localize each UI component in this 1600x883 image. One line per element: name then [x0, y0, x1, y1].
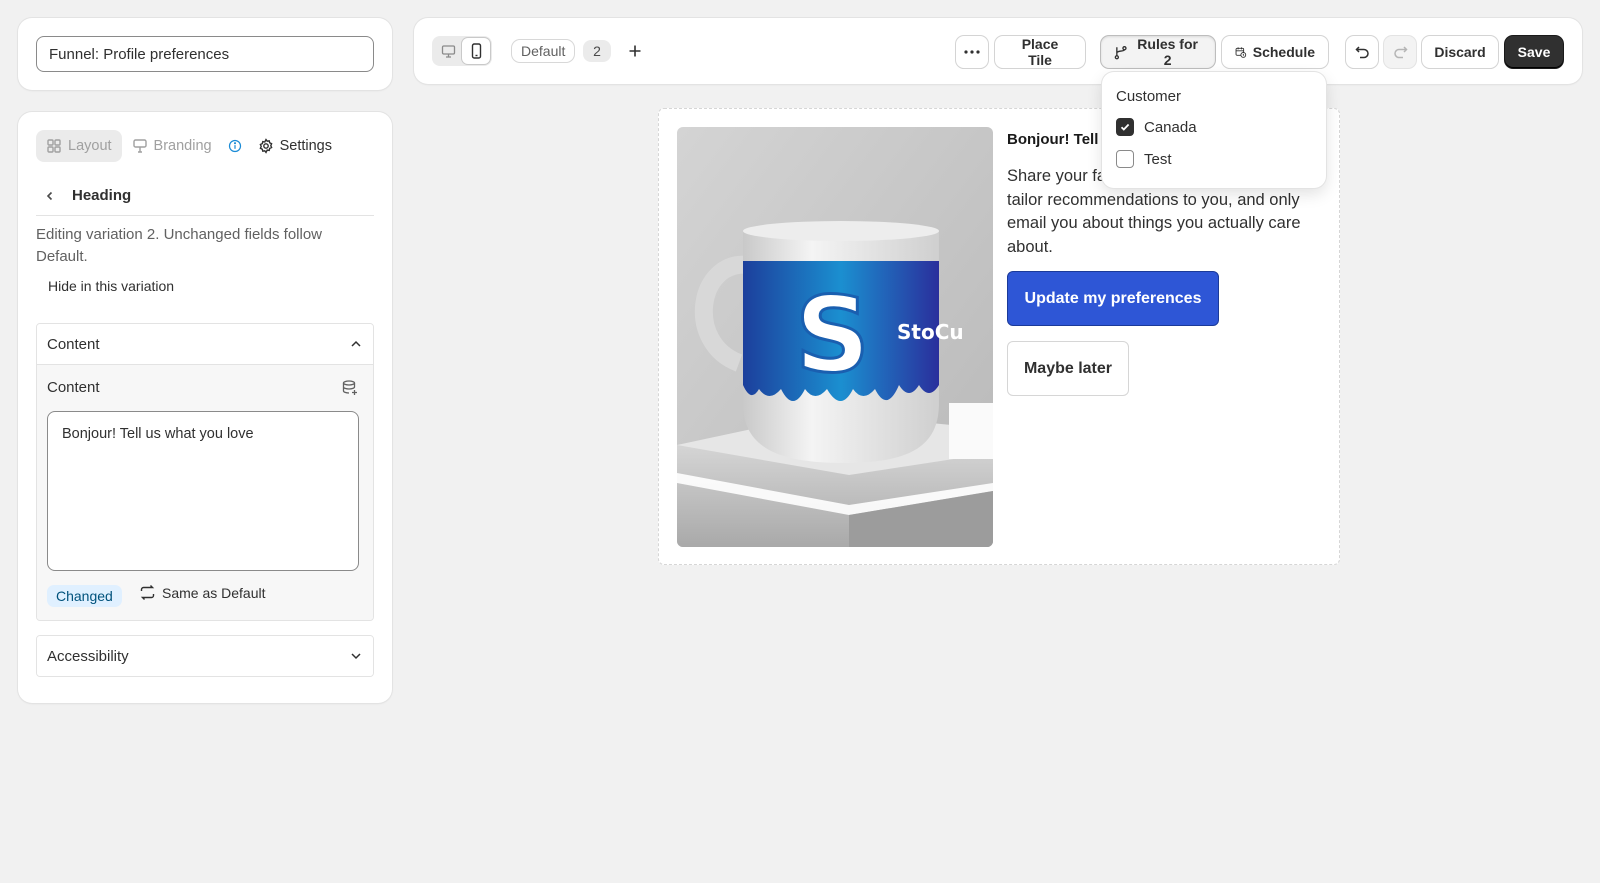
reset-icon — [140, 585, 155, 600]
content-accordion-body: Content Bonjour! Tell us what you love C… — [37, 364, 373, 620]
variant-default-pill[interactable]: Default — [512, 40, 575, 62]
place-tile-button[interactable]: Place Tile — [995, 36, 1085, 68]
rule-option-canada[interactable]: Canada — [1116, 118, 1197, 136]
tab-branding[interactable]: Branding — [122, 130, 222, 162]
variant-2-pill[interactable]: 2 — [583, 40, 611, 62]
paint-icon — [132, 139, 147, 153]
variation-note: Editing variation 2. Unchanged fields fo… — [36, 226, 323, 265]
more-dots-icon — [964, 50, 980, 54]
device-toggle — [432, 36, 492, 66]
editor-panel: Layout Branding Settings Heading Editing… — [18, 112, 392, 703]
desktop-view-button[interactable] — [434, 38, 462, 64]
content-textarea[interactable]: Bonjour! Tell us what you love — [47, 411, 359, 571]
section-header: Heading — [36, 176, 374, 216]
section-title: Heading — [72, 187, 132, 204]
rules-dropdown-title: Customer — [1116, 88, 1182, 105]
redo-button[interactable] — [1384, 36, 1416, 68]
accessibility-accordion-header[interactable]: Accessibility — [37, 636, 373, 676]
mug-logo-letter: S — [795, 274, 870, 396]
same-as-default-label: Same as Default — [162, 584, 266, 601]
content-accordion-header[interactable]: Content — [37, 324, 373, 364]
undo-button[interactable] — [1346, 36, 1378, 68]
rule-option-label: Test — [1144, 150, 1172, 168]
schedule-button[interactable]: Schedule — [1222, 36, 1328, 68]
funnel-title-card — [18, 18, 392, 90]
redo-icon — [1393, 45, 1408, 58]
accessibility-accordion: Accessibility — [36, 635, 374, 677]
tab-settings-label: Settings — [279, 138, 332, 154]
tab-settings[interactable]: Settings — [248, 130, 342, 162]
checkbox-checked-icon[interactable] — [1116, 118, 1134, 136]
dynamic-content-icon[interactable] — [341, 379, 359, 402]
calendar-clock-icon — [1235, 46, 1247, 58]
layout-grid-icon — [47, 139, 61, 153]
update-preferences-button[interactable]: Update my preferences — [1007, 271, 1219, 326]
rules-dropdown: Customer Canada Test — [1102, 72, 1326, 188]
top-toolbar: Default 2 Place Tile Rules for 2 Schedul… — [414, 18, 1582, 84]
accessibility-accordion-title: Accessibility — [47, 647, 129, 665]
save-button[interactable]: Save — [1505, 36, 1563, 68]
rules-button-label: Rules for 2 — [1137, 36, 1198, 68]
desktop-icon — [441, 44, 455, 58]
branch-icon — [1114, 45, 1127, 59]
rules-button[interactable]: Rules for 2 — [1101, 36, 1215, 68]
preview-heading: Bonjour! Tell u — [1007, 131, 1112, 148]
editor-tabs: Layout Branding Settings — [36, 130, 342, 162]
content-field-label: Content — [47, 379, 100, 396]
schedule-button-label: Schedule — [1252, 44, 1315, 60]
content-accordion-title: Content — [47, 335, 100, 353]
rule-option-label: Canada — [1144, 118, 1197, 136]
content-accordion: Content Content Bonjour! Tell us what yo… — [36, 323, 374, 621]
chevron-down-icon — [351, 653, 361, 660]
discard-button[interactable]: Discard — [1422, 36, 1498, 68]
hide-in-variation-button[interactable]: Hide in this variation — [48, 278, 174, 294]
more-actions-button[interactable] — [956, 36, 988, 68]
gear-icon — [259, 138, 273, 154]
mobile-icon — [471, 43, 481, 59]
funnel-title-input[interactable] — [36, 36, 374, 72]
tab-layout-label: Layout — [68, 138, 112, 154]
mobile-view-button[interactable] — [462, 38, 490, 64]
tab-branding-label: Branding — [153, 138, 212, 154]
rule-option-test[interactable]: Test — [1116, 150, 1172, 168]
tab-layout[interactable]: Layout — [36, 130, 122, 162]
plus-icon — [629, 45, 641, 57]
maybe-later-button[interactable]: Maybe later — [1007, 341, 1129, 396]
mug-product-image: S StoCu — [677, 127, 993, 547]
same-as-default-button[interactable]: Same as Default — [139, 584, 266, 601]
back-chevron-icon[interactable] — [36, 182, 64, 210]
info-icon[interactable] — [222, 130, 248, 162]
add-variant-button[interactable] — [622, 38, 648, 64]
undo-icon — [1354, 45, 1369, 58]
mug-brand-text: StoCu — [897, 320, 964, 344]
checkbox-unchecked-icon[interactable] — [1116, 150, 1134, 168]
chevron-up-icon — [351, 340, 361, 347]
changed-badge: Changed — [47, 585, 122, 607]
